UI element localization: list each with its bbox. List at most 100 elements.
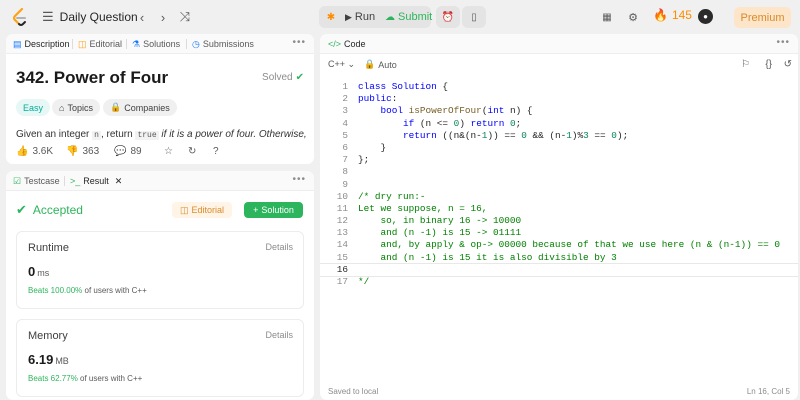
debug-button[interactable]: ✱	[323, 6, 339, 28]
more-options-icon[interactable]: •••	[776, 37, 790, 48]
page-title: 342. Power of Four	[16, 68, 169, 87]
code-token: Let we suppose, n = 16,	[358, 202, 488, 214]
help-button[interactable]: ?	[213, 146, 219, 157]
line-number: 2	[342, 93, 348, 105]
settings-button[interactable]: ⚙	[624, 8, 642, 26]
code-line[interactable]: 9	[320, 179, 798, 191]
code-token: public	[358, 93, 392, 105]
close-icon[interactable]: ✕	[115, 176, 123, 187]
tab-description[interactable]: ▤ Description	[13, 34, 70, 54]
code-line[interactable]: 16	[320, 262, 798, 278]
question-icon: ?	[213, 146, 219, 157]
language-select[interactable]: C++ ⌄	[328, 59, 355, 70]
code-text: and (n -1) is 15 it is also divisible by…	[348, 252, 617, 264]
code-token: {	[436, 81, 449, 92]
problem-statement: Given an integer n, return true if it is…	[16, 129, 307, 140]
code-line[interactable]: 8	[320, 166, 798, 178]
favorite-button[interactable]: ☆	[164, 146, 173, 157]
code-line[interactable]: 4 if (n <= 0) return 0;	[320, 118, 798, 130]
layout-button[interactable]: ▦	[598, 8, 616, 26]
grid-icon: ▦	[602, 11, 612, 23]
tab-editorial[interactable]: ◫ Editorial	[78, 34, 122, 54]
streak-counter[interactable]: 🔥 145	[653, 8, 692, 22]
line-number: 3	[342, 105, 348, 117]
code-line[interactable]: 6 }	[320, 142, 798, 154]
runtime-details-link[interactable]: Details	[265, 242, 293, 252]
code-line[interactable]: 1 class Solution {	[320, 81, 798, 93]
more-options-icon[interactable]: •••	[292, 174, 306, 185]
dislike-button[interactable]: 👎 363	[66, 146, 99, 157]
avatar[interactable]: ●	[698, 9, 713, 24]
terminal-icon: >_	[70, 176, 81, 186]
tab-code[interactable]: </> Code	[328, 34, 366, 54]
code-line[interactable]: 15 and (n -1) is 15 it is also divisible…	[320, 252, 798, 264]
auto-mode-toggle[interactable]: 🔒 Auto	[364, 59, 397, 70]
code-token: and (n -1) is 15 -> 01111	[358, 227, 522, 239]
line-number: 10	[336, 190, 348, 202]
code-line[interactable]: 13 and (n -1) is 15 -> 01111	[320, 227, 798, 239]
code-line[interactable]: 14 and, by apply & op-> 00000 because of…	[320, 239, 798, 251]
code-text: */	[348, 276, 369, 288]
code-token: ;	[515, 117, 522, 129]
code-text: and (n -1) is 15 -> 01111	[348, 227, 522, 239]
code-line[interactable]: 2 public:	[320, 93, 798, 105]
share-button[interactable]: ↻	[188, 146, 196, 157]
leetcode-logo-icon[interactable]	[12, 8, 28, 26]
comments-button[interactable]: 💬 89	[114, 146, 142, 157]
check-circle-icon: ✔	[16, 202, 27, 217]
next-question-button[interactable]: ›	[154, 8, 172, 26]
submit-button[interactable]: ☁ Submit	[385, 6, 432, 28]
tab-label: Result	[83, 176, 109, 186]
memory-number: 6.19	[28, 352, 54, 367]
submit-label: Submit	[398, 11, 433, 23]
tab-testcase[interactable]: ☑ Testcase	[13, 171, 60, 191]
code-line[interactable]: 3 bool isPowerOfFour(int n) {	[320, 105, 798, 117]
random-question-button[interactable]: ⤨	[176, 8, 194, 26]
run-button[interactable]: ▶ Run	[345, 6, 375, 28]
tab-label: Testcase	[24, 176, 60, 186]
code-line[interactable]: 10 /* dry run:-	[320, 191, 798, 203]
line-number: 5	[342, 129, 348, 141]
code-line[interactable]: 5 return ((n&(n-1)) == 0 && (n-1)%3 == 0…	[320, 130, 798, 142]
tab-divider	[72, 39, 73, 49]
line-number: 4	[342, 117, 348, 129]
timer-button[interactable]: ⏰	[436, 6, 460, 28]
plus-icon: +	[253, 205, 259, 215]
tab-solutions[interactable]: ⚗ Solutions	[132, 34, 180, 54]
stats-bar: 👍 3.6K 👎 363 💬 89 ☆ ↻ ?	[6, 142, 314, 164]
line-number: 14	[336, 239, 348, 251]
line-number: 11	[336, 202, 348, 214]
premium-button[interactable]: Premium	[734, 7, 791, 28]
more-options-icon[interactable]: •••	[292, 37, 306, 48]
code-line[interactable]: 17 */	[320, 276, 798, 288]
notes-button[interactable]: ▯	[462, 6, 486, 28]
format-button[interactable]: {}	[765, 59, 772, 70]
chevron-down-icon: ⌄	[347, 59, 356, 69]
statement-text: Given an integer	[16, 129, 93, 140]
description-panel: ▤ Description ◫ Editorial ⚗ Solutions ◷ Subm…	[6, 34, 314, 164]
daily-question-label: Daily Question	[59, 10, 138, 24]
reset-button[interactable]: ↺	[784, 59, 792, 70]
tab-result[interactable]: >_ Result ✕	[70, 171, 122, 191]
result-tabbar: ☑ Testcase >_ Result ✕ •••	[6, 171, 314, 191]
code-line[interactable]: 7};	[320, 154, 798, 166]
like-button[interactable]: 👍 3.6K	[16, 146, 53, 157]
solution-button[interactable]: + Solution	[244, 202, 303, 218]
problem-list-button[interactable]: ☰ Daily Question	[42, 8, 138, 26]
thumbs-down-icon: 👎	[66, 146, 79, 157]
editorial-label: Editorial	[191, 205, 225, 215]
bookmark-button[interactable]: ⚐	[741, 59, 750, 70]
topics-tag[interactable]: ⌂ Topics	[52, 99, 100, 116]
dislike-count: 363	[82, 146, 100, 157]
tab-label: Editorial	[89, 39, 123, 49]
code-line[interactable]: 12 so, in binary 16 -> 10000	[320, 215, 798, 227]
prev-question-button[interactable]: ‹	[133, 8, 151, 26]
code-editor[interactable]: 1 class Solution {2 public: 3 bool isPowerO…	[320, 81, 798, 386]
lock-icon: 🔒	[364, 59, 376, 69]
code-icon: </>	[328, 39, 342, 49]
editorial-button[interactable]: ◫ Editorial	[172, 202, 232, 218]
memory-details-link[interactable]: Details	[265, 330, 293, 340]
code-line[interactable]: 11 Let we suppose, n = 16,	[320, 203, 798, 215]
companies-tag[interactable]: 🔒 Companies	[103, 99, 177, 116]
tab-submissions[interactable]: ◷ Submissions	[192, 34, 254, 54]
